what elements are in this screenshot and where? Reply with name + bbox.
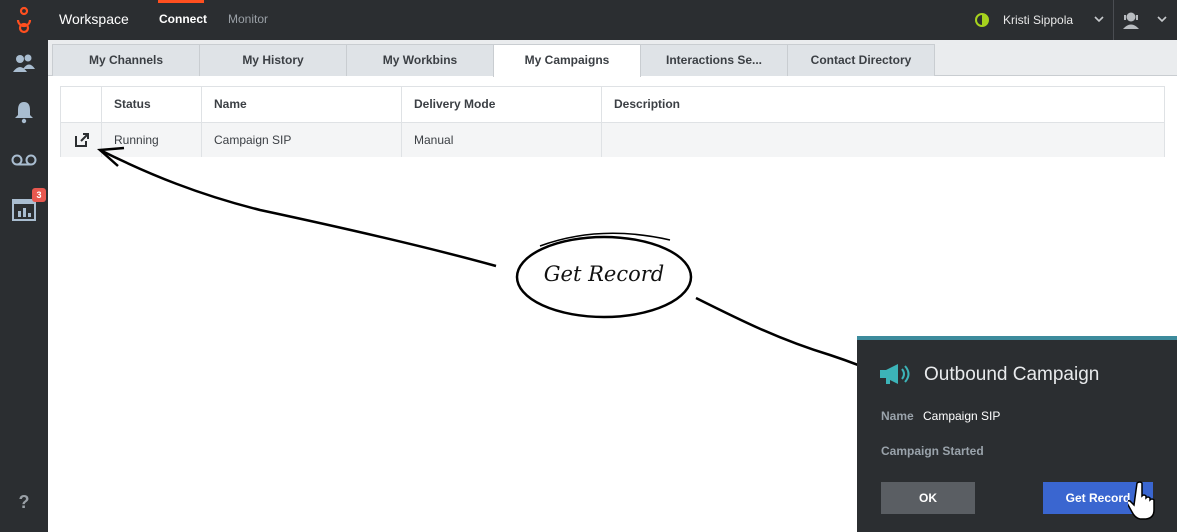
help-icon[interactable]: ? xyxy=(0,492,48,513)
column-header-status[interactable]: Status xyxy=(102,87,202,122)
chevron-down-icon[interactable] xyxy=(1156,13,1168,25)
campaign-name-label: Name xyxy=(881,409,914,423)
top-bar: Workspace Connect Monitor Kristi Sippola xyxy=(0,0,1177,40)
agent-status-icon[interactable] xyxy=(975,13,989,27)
tab-contact-directory[interactable]: Contact Directory xyxy=(787,44,935,76)
column-header-action xyxy=(61,87,102,122)
active-nav-indicator xyxy=(158,0,204,3)
column-header-name[interactable]: Name xyxy=(202,87,402,122)
tab-bar: My Channels My History My Workbins My Ca… xyxy=(48,40,1177,77)
tab-interactions-search[interactable]: Interactions Se... xyxy=(640,44,788,76)
campaigns-table: Status Name Delivery Mode Description Ru… xyxy=(60,86,1165,157)
ok-button[interactable]: OK xyxy=(881,482,975,514)
agent-avatar-icon[interactable] xyxy=(1121,10,1141,30)
column-header-description[interactable]: Description xyxy=(602,87,1164,122)
bell-icon[interactable] xyxy=(10,98,38,126)
column-header-delivery-mode[interactable]: Delivery Mode xyxy=(402,87,602,122)
tab-my-workbins[interactable]: My Workbins xyxy=(346,44,494,76)
table-cell-status[interactable]: Running xyxy=(102,122,202,157)
tab-my-campaigns[interactable]: My Campaigns xyxy=(493,44,641,77)
tab-my-history[interactable]: My History xyxy=(199,44,347,76)
nav-monitor[interactable]: Monitor xyxy=(228,12,268,26)
tab-my-channels[interactable]: My Channels xyxy=(52,44,200,76)
table-cell-name[interactable]: Campaign SIP xyxy=(202,122,402,157)
callout-label: Get Record xyxy=(543,262,665,286)
voicemail-icon[interactable] xyxy=(10,146,38,174)
nav-connect[interactable]: Connect xyxy=(159,12,207,26)
hand-cursor-icon xyxy=(1128,481,1155,520)
reports-badge: 3 xyxy=(32,188,46,202)
arrow-to-open-icon xyxy=(99,148,497,268)
campaign-status-text: Campaign Started xyxy=(881,444,984,458)
sidebar: 3 ? xyxy=(0,40,48,532)
genesys-logo-icon xyxy=(16,6,32,34)
open-external-icon[interactable] xyxy=(75,133,89,147)
user-name[interactable]: Kristi Sippola xyxy=(1003,13,1073,27)
table-cell-delivery-mode[interactable]: Manual xyxy=(402,122,602,157)
app-title: Workspace xyxy=(59,11,129,27)
popup-title: Outbound Campaign xyxy=(924,364,1100,385)
divider xyxy=(1113,0,1114,40)
contacts-icon[interactable] xyxy=(10,50,38,78)
table-row-action-cell[interactable] xyxy=(61,122,102,157)
table-cell-description[interactable] xyxy=(602,122,1164,157)
megaphone-icon xyxy=(880,364,910,384)
campaign-name-value: Campaign SIP xyxy=(923,409,1001,423)
chevron-down-icon[interactable] xyxy=(1093,13,1105,25)
